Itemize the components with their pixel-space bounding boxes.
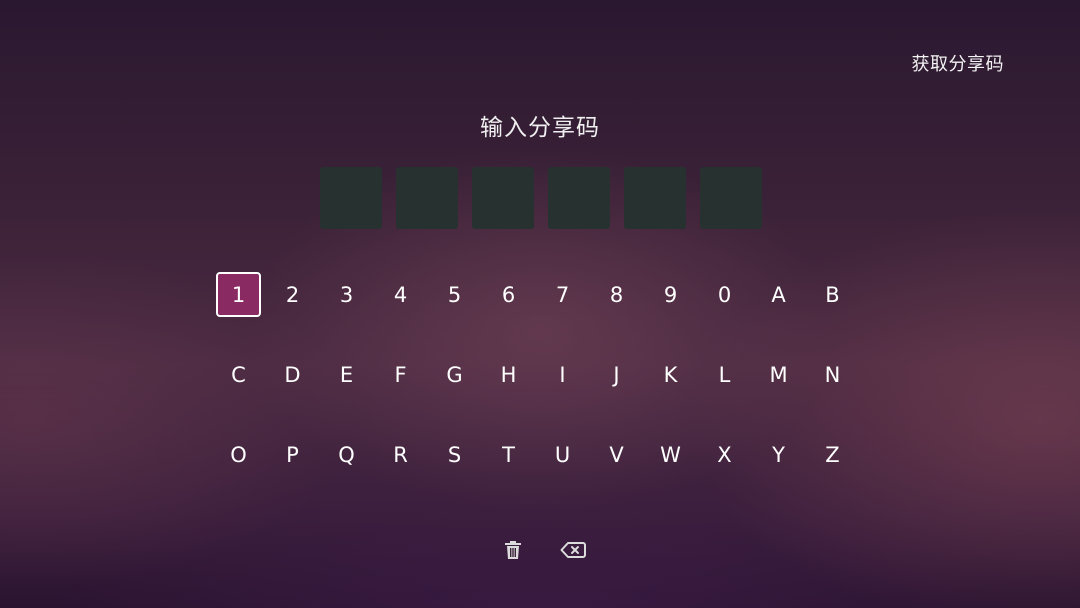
- key-x[interactable]: X: [702, 432, 747, 477]
- key-2[interactable]: 2: [270, 272, 315, 317]
- key-m[interactable]: M: [756, 352, 801, 397]
- key-1[interactable]: 1: [216, 272, 261, 317]
- code-slot: [472, 167, 534, 229]
- key-t[interactable]: T: [486, 432, 531, 477]
- page-title: 输入分享码: [480, 115, 600, 141]
- clear-button[interactable]: [500, 538, 526, 562]
- key-f[interactable]: F: [378, 352, 423, 397]
- key-l[interactable]: L: [702, 352, 747, 397]
- code-slot: [320, 167, 382, 229]
- key-i[interactable]: I: [540, 352, 585, 397]
- key-3[interactable]: 3: [324, 272, 369, 317]
- key-p[interactable]: P: [270, 432, 315, 477]
- get-share-code-link[interactable]: 获取分享码: [912, 53, 1005, 77]
- key-e[interactable]: E: [324, 352, 369, 397]
- key-q[interactable]: Q: [324, 432, 369, 477]
- key-5[interactable]: 5: [432, 272, 477, 317]
- key-7[interactable]: 7: [540, 272, 585, 317]
- keyboard-actions: [500, 538, 586, 562]
- key-k[interactable]: K: [648, 352, 693, 397]
- key-j[interactable]: J: [594, 352, 639, 397]
- key-8[interactable]: 8: [594, 272, 639, 317]
- key-z[interactable]: Z: [810, 432, 855, 477]
- code-slot: [700, 167, 762, 229]
- keyboard-row: 1 2 3 4 5 6 7 8 9 0 A B: [216, 272, 864, 318]
- key-d[interactable]: D: [270, 352, 315, 397]
- key-6[interactable]: 6: [486, 272, 531, 317]
- key-r[interactable]: R: [378, 432, 423, 477]
- key-0[interactable]: 0: [702, 272, 747, 317]
- key-h[interactable]: H: [486, 352, 531, 397]
- key-w[interactable]: W: [648, 432, 693, 477]
- code-slot: [548, 167, 610, 229]
- keyboard-row: C D E F G H I J K L M N: [216, 352, 864, 398]
- keyboard-row: O P Q R S T U V W X Y Z: [216, 432, 864, 478]
- key-4[interactable]: 4: [378, 272, 423, 317]
- trash-icon: [505, 541, 521, 559]
- backspace-icon: [560, 542, 586, 558]
- key-o[interactable]: O: [216, 432, 261, 477]
- key-g[interactable]: G: [432, 352, 477, 397]
- key-c[interactable]: C: [216, 352, 261, 397]
- on-screen-keyboard: 1 2 3 4 5 6 7 8 9 0 A B C D E F G H I J …: [216, 272, 864, 512]
- code-slot: [624, 167, 686, 229]
- code-input-boxes: [320, 167, 762, 229]
- code-slot: [396, 167, 458, 229]
- key-v[interactable]: V: [594, 432, 639, 477]
- backspace-button[interactable]: [560, 538, 586, 562]
- key-s[interactable]: S: [432, 432, 477, 477]
- key-9[interactable]: 9: [648, 272, 693, 317]
- key-b[interactable]: B: [810, 272, 855, 317]
- key-u[interactable]: U: [540, 432, 585, 477]
- key-a[interactable]: A: [756, 272, 801, 317]
- key-n[interactable]: N: [810, 352, 855, 397]
- key-y[interactable]: Y: [756, 432, 801, 477]
